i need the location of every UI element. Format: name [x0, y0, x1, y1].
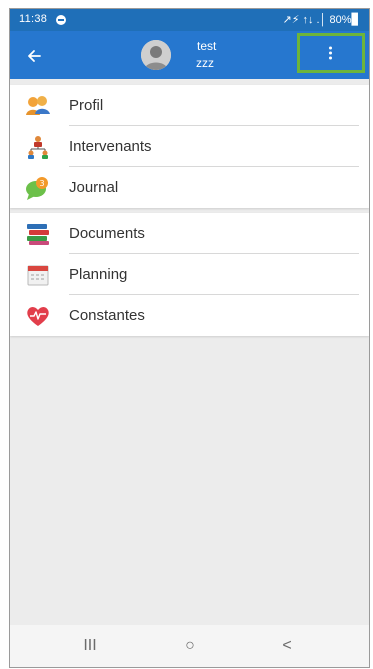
back-button[interactable]	[18, 39, 50, 71]
recent-apps-button[interactable]: III	[70, 633, 110, 659]
status-bar: 11:38 ↗⚡ ↑↓ .│ 80%▊	[10, 9, 369, 31]
menu-label-intervenants: Intervenants	[69, 138, 152, 155]
system-nav-bar: III ○ <	[10, 625, 369, 667]
user-subtitle: zzz	[196, 56, 214, 70]
avatar[interactable]	[141, 40, 171, 70]
message-notification-icon	[56, 15, 66, 25]
status-system-icons: ↗⚡ ↑↓ .│ 80%▊	[282, 14, 360, 26]
journal-badge-count: 3	[39, 179, 44, 188]
home-button[interactable]: ○	[170, 633, 210, 659]
status-time: 11:38	[19, 13, 48, 25]
team-hierarchy-icon	[28, 136, 48, 159]
menu-group-2: Documents Planning Constantes	[10, 213, 369, 336]
menu-label-documents: Documents	[69, 225, 145, 242]
menu-item-documents[interactable]: Documents	[10, 213, 369, 254]
books-icon	[27, 224, 49, 245]
journal-chat-badge-icon: 3	[26, 177, 48, 200]
menu-label-journal: Journal	[69, 179, 119, 196]
user-photo-icon	[141, 40, 171, 70]
menu-group-1: Profil Intervenants 3 Journal	[10, 85, 369, 208]
more-options-button[interactable]	[297, 33, 365, 73]
menu-label-constantes: Constantes	[69, 307, 145, 324]
heart-pulse-icon	[27, 307, 49, 326]
more-vertical-icon	[329, 45, 333, 62]
menu-label-planning: Planning	[69, 266, 128, 283]
user-name: test	[197, 39, 217, 53]
arrow-left-icon	[28, 50, 41, 63]
menu-item-constantes[interactable]: Constantes	[10, 295, 369, 336]
menu-item-profil[interactable]: Profil	[10, 85, 369, 126]
profile-people-icon	[26, 96, 50, 115]
menu-label-profil: Profil	[69, 97, 104, 114]
menu-item-intervenants[interactable]: Intervenants	[10, 126, 369, 167]
phone-screen: 11:38 ↗⚡ ↑↓ .│ 80%▊ test zzz Profil Inte…	[9, 8, 370, 668]
app-bar: test zzz	[10, 31, 369, 79]
calendar-icon	[27, 265, 49, 286]
menu-item-journal[interactable]: 3 Journal	[10, 167, 369, 208]
system-back-button[interactable]: <	[267, 633, 307, 659]
menu-item-planning[interactable]: Planning	[10, 254, 369, 295]
